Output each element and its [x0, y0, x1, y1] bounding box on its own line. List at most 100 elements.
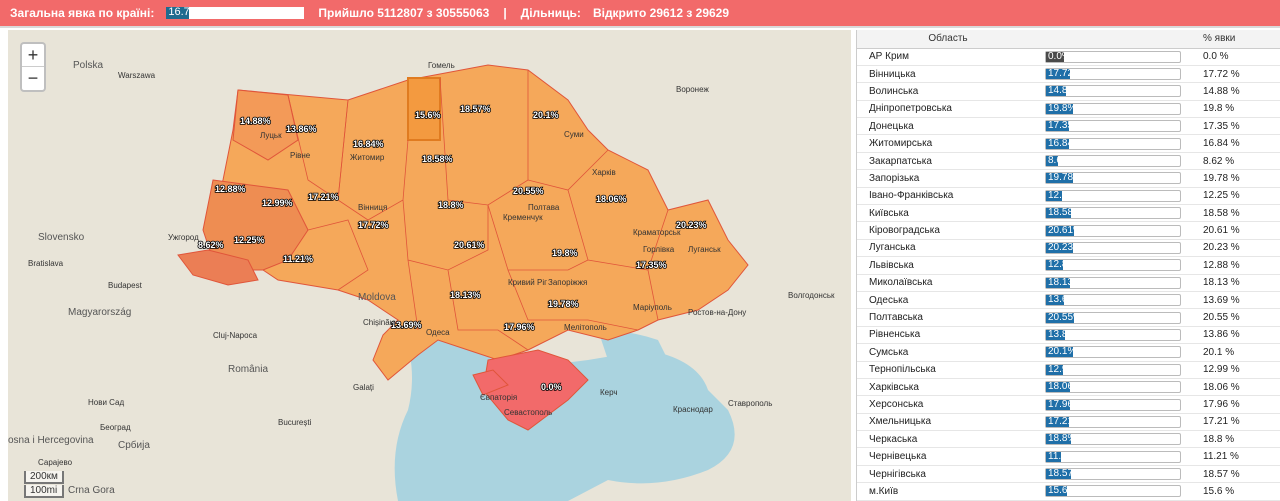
city-rivne: Рівне [290, 151, 311, 160]
region-name: м.Київ [857, 482, 1039, 501]
turnout-bar-label: 18.58% [1048, 207, 1082, 219]
label-kirovohrad: 20.61% [454, 240, 485, 250]
turnout-bar-label: 16.84% [1048, 137, 1082, 149]
table-row[interactable]: Хмельницька 17.21% 17.21 % [857, 413, 1280, 432]
turnout-percent: 17.35 % [1191, 117, 1280, 136]
table-row[interactable]: Івано-Франківська 12.25% 12.25 % [857, 187, 1280, 206]
turnout-progress-bar: 17.21% [1045, 415, 1181, 428]
label-kyiv-oblast: 18.58% [422, 154, 453, 164]
turnout-bar-label: 17.96% [1048, 398, 1082, 410]
table-row[interactable]: Рівненська 13.86% 13.86 % [857, 326, 1280, 345]
city-cluj: Cluj-Napoca [213, 331, 258, 340]
col-region-header[interactable]: Область [857, 30, 1039, 49]
region-name: Одеська [857, 291, 1039, 310]
table-row[interactable]: АР Крим 0.0% 0.0 % [857, 48, 1280, 66]
country-poland: Polska [73, 60, 103, 71]
city-horlivka: Горлівка [643, 245, 675, 254]
turnout-percent: 18.13 % [1191, 274, 1280, 292]
table-row[interactable]: Миколаївська 18.13% 18.13 % [857, 274, 1280, 292]
turnout-percent: 12.88 % [1191, 256, 1280, 275]
table-row[interactable]: Київська 18.58% 18.58 % [857, 204, 1280, 223]
table-row[interactable]: Дніпропетровська 19.8% 19.8 % [857, 100, 1280, 119]
region-name: Чернігівська [857, 465, 1039, 484]
city-poltava: Полтава [528, 203, 560, 212]
region-name: Чернівецька [857, 447, 1039, 466]
scale-mi: 100mi [24, 485, 64, 498]
table-row[interactable]: Харківська 18.06% 18.06 % [857, 378, 1280, 397]
region-name: Вінницька [857, 65, 1039, 84]
table-row[interactable]: Одеська 13.69% 13.69 % [857, 291, 1280, 310]
table-row[interactable]: м.Київ 15.6% 15.6 % [857, 482, 1280, 501]
turnout-bar-cell: 8.62% [1039, 152, 1191, 171]
table-row[interactable]: Закарпатська 8.62% 8.62 % [857, 152, 1280, 171]
turnout-progress-bar: 0.0% [1045, 50, 1181, 63]
table-row[interactable]: Кіровоградська 20.61% 20.61 % [857, 221, 1280, 240]
region-name: Полтавська [857, 308, 1039, 327]
turnout-bar-label: 12.25% [1048, 189, 1082, 201]
city-kharkiv: Харків [592, 168, 616, 177]
turnout-bar-cell: 12.99% [1039, 361, 1191, 379]
turnout-percent: 13.86 % [1191, 326, 1280, 345]
zoom-in-button[interactable]: + [22, 44, 44, 67]
table-row[interactable]: Херсонська 17.96% 17.96 % [857, 395, 1280, 414]
city-kryvyi-rih: Кривий Ріг [508, 278, 547, 287]
region-name: Хмельницька [857, 413, 1039, 432]
country-moldova: Moldova [358, 292, 396, 303]
label-zhytomyr: 16.84% [353, 139, 384, 149]
turnout-percent: 12.99 % [1191, 361, 1280, 379]
turnout-percent: 16.84 % [1191, 134, 1280, 153]
turnout-percent: 18.06 % [1191, 378, 1280, 397]
table-row[interactable]: Житомирська 16.84% 16.84 % [857, 134, 1280, 153]
turnout-bar-label: 17.21% [1048, 415, 1082, 427]
region-name: Харківська [857, 378, 1039, 397]
table-row[interactable]: Чернівецька 11.21% 11.21 % [857, 447, 1280, 466]
map-view[interactable]: 14.88% 13.86% 16.84% 15.6% 18.57% 20.1% … [8, 30, 851, 501]
col-pct-header[interactable]: % явки [1191, 30, 1280, 49]
scale-km: 200км [24, 471, 64, 484]
turnout-bar-label: 13.86% [1048, 328, 1082, 340]
map-canvas[interactable]: 14.88% 13.86% 16.84% 15.6% 18.57% 20.1% … [8, 30, 851, 501]
turnout-bar-cell: 19.78% [1039, 169, 1191, 188]
turnout-table-panel: Область % явки АР Крим 0.0% 0.0 % Вінницька… [856, 30, 1280, 501]
region-name: Миколаївська [857, 274, 1039, 292]
table-row[interactable]: Запорізька 19.78% 19.78 % [857, 169, 1280, 188]
city-chisinau: Chișinău [363, 318, 394, 327]
turnout-percent: 0.0 % [1191, 48, 1280, 66]
label-kherson: 17.96% [504, 322, 535, 332]
region-name: Запорізька [857, 169, 1039, 188]
zoom-out-button[interactable]: − [22, 67, 44, 90]
turnout-progress-bar: 12.99% [1045, 363, 1181, 376]
table-row[interactable]: Сумська 20.1% 20.1 % [857, 343, 1280, 362]
region-name: Кіровоградська [857, 221, 1039, 240]
turnout-progress-bar: 17.96% [1045, 398, 1181, 411]
turnout-percent: 20.23 % [1191, 239, 1280, 258]
scale-bar: 200км 100mi [24, 470, 64, 498]
table-row[interactable]: Львівська 12.88% 12.88 % [857, 256, 1280, 275]
table-row[interactable]: Донецька 17.35% 17.35 % [857, 117, 1280, 136]
turnout-percent: 11.21 % [1191, 447, 1280, 466]
city-bratislava: Bratislava [28, 259, 64, 268]
region-name: Волинська [857, 82, 1039, 101]
turnout-progress-bar: 18.8% [1045, 433, 1181, 446]
label-lviv: 12.88% [215, 184, 246, 194]
table-row[interactable]: Полтавська 20.55% 20.55 % [857, 308, 1280, 327]
city-melitopol: Мелітополь [564, 323, 607, 332]
table-row[interactable]: Тернопільська 12.99% 12.99 % [857, 361, 1280, 379]
table-row[interactable]: Черкаська 18.8% 18.8 % [857, 430, 1280, 449]
city-kremenchuk: Кременчук [503, 213, 543, 222]
table-row[interactable]: Луганська 20.23% 20.23 % [857, 239, 1280, 258]
came-text: Прийшло 5112807 з 30555063 [318, 6, 490, 20]
table-row[interactable]: Волинська 14.88% 14.88 % [857, 82, 1280, 101]
turnout-progress-bar: 20.61% [1045, 224, 1181, 237]
turnout-label: Загальна явка по країні: [10, 6, 155, 20]
turnout-bar-label: 18.8% [1048, 433, 1077, 445]
label-luhansk: 20.23% [676, 220, 707, 230]
turnout-bar-label: 20.1% [1048, 346, 1077, 358]
city-uzhhorod: Ужгород [168, 233, 199, 242]
country-hungary: Magyarország [68, 307, 131, 318]
region-name: Івано-Франківська [857, 187, 1039, 206]
table-row[interactable]: Вінницька 17.72% 17.72 % [857, 65, 1280, 84]
table-row[interactable]: Чернігівська 18.57% 18.57 % [857, 465, 1280, 484]
region-name: Рівненська [857, 326, 1039, 345]
turnout-percent: 20.61 % [1191, 221, 1280, 240]
